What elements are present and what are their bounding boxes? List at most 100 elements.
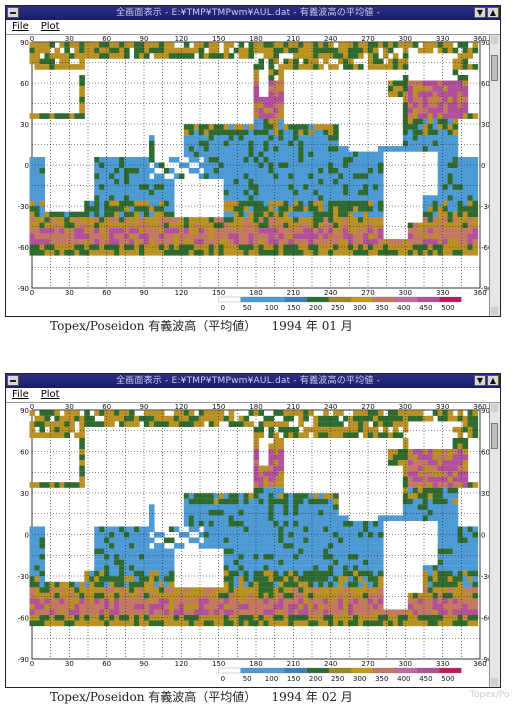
menu-plot[interactable]: Plot [41,389,60,400]
wave-cell [462,96,469,103]
wave-cell [188,515,195,521]
wave-cell [263,178,270,185]
wave-cell [44,211,51,218]
wave-cell [442,140,449,147]
wave-cell [89,592,95,599]
wave-cell [29,587,36,593]
wave-cell [318,493,324,499]
wave-cell [208,146,215,152]
wave-cell [34,249,41,256]
scroll-down-icon[interactable] [491,678,498,686]
wave-cell [109,239,115,245]
wave-cell [163,200,170,207]
wave-cell [442,113,449,119]
wave-cell [412,498,419,505]
lat-tick-label-left: -90 [18,285,29,293]
wave-cell [114,537,120,544]
menu-file[interactable]: File [12,389,29,400]
system-menu-icon[interactable] [7,7,19,18]
wave-cell [228,53,235,59]
wave-cell [273,53,280,59]
scroll-thumb[interactable] [491,423,498,449]
wave-cell [338,603,344,610]
wave-cell [372,233,379,240]
wave-cell [343,42,349,48]
scroll-up-icon[interactable] [491,36,498,44]
wave-cell [233,565,240,571]
wave-cell [328,609,334,616]
wave-cell [457,482,464,488]
scroll-thumb[interactable] [491,55,498,81]
wave-cell [278,476,284,483]
wave-cell [417,609,424,616]
wave-cell [353,421,359,427]
wave-cell [447,107,454,114]
wave-cell [447,415,454,422]
wave-cell [129,543,135,549]
wave-cell [323,576,329,582]
wave-cell [258,217,265,223]
wave-cell [372,47,379,54]
wave-cell [333,620,339,627]
wave-cell [129,620,135,627]
wave-cell [143,592,150,599]
wave-cell [462,603,469,610]
wave-cell [163,53,170,59]
wave-cell [69,421,75,427]
wave-cell [273,476,280,483]
minimize-button[interactable]: ▼ [474,7,486,18]
wave-cell [153,592,160,599]
menu-file[interactable]: File [12,21,29,32]
wave-cell [44,233,51,240]
wave-cell [94,565,100,571]
scroll-down-icon[interactable] [491,307,498,315]
wave-cell [397,515,404,521]
maximize-button[interactable]: ▲ [487,7,499,18]
wave-cell [74,587,80,593]
wave-cell [323,195,329,201]
wave-cell [447,592,454,599]
wave-cell [263,146,270,152]
wave-cell [278,118,284,125]
minimize-button[interactable]: ▼ [474,375,486,386]
vertical-scrollbar[interactable] [489,403,500,687]
vertical-scrollbar[interactable] [489,35,500,316]
wave-cell [333,609,339,616]
wave-cell [298,421,304,427]
wave-cell [49,217,56,223]
wave-cell [163,206,170,212]
wave-cell [358,189,364,196]
wave-cell [134,47,140,54]
wave-cell [158,249,165,256]
color-bar-label: 350 [375,304,388,312]
scroll-up-icon[interactable] [491,404,498,412]
menu-plot[interactable]: Plot [41,21,60,32]
maximize-button[interactable]: ▲ [487,375,499,386]
wave-cell [163,195,170,201]
wave-cell [372,173,379,180]
wave-cell [308,195,314,201]
wave-cell [372,211,379,218]
wave-cell [427,107,434,114]
wave-cell [273,42,280,48]
wave-cell [427,195,434,201]
wave-cell [417,91,424,98]
wave-cell [278,465,284,472]
wave-cell [193,249,200,256]
system-menu-icon[interactable] [7,375,19,386]
wave-cell [377,64,384,70]
wave-cell [114,570,120,577]
wave-cell [183,239,190,245]
wave-cell [99,200,105,207]
wave-cell [338,146,344,152]
wave-cell [358,47,364,54]
wave-cell [447,151,454,158]
wave-cell [432,509,439,516]
wave-cell [218,504,225,510]
wave-cell [328,421,334,427]
wave-cell [168,200,175,207]
wave-cell [298,157,304,163]
wave-cell [243,581,250,588]
wave-cell [472,195,479,201]
wave-cell [407,487,414,494]
